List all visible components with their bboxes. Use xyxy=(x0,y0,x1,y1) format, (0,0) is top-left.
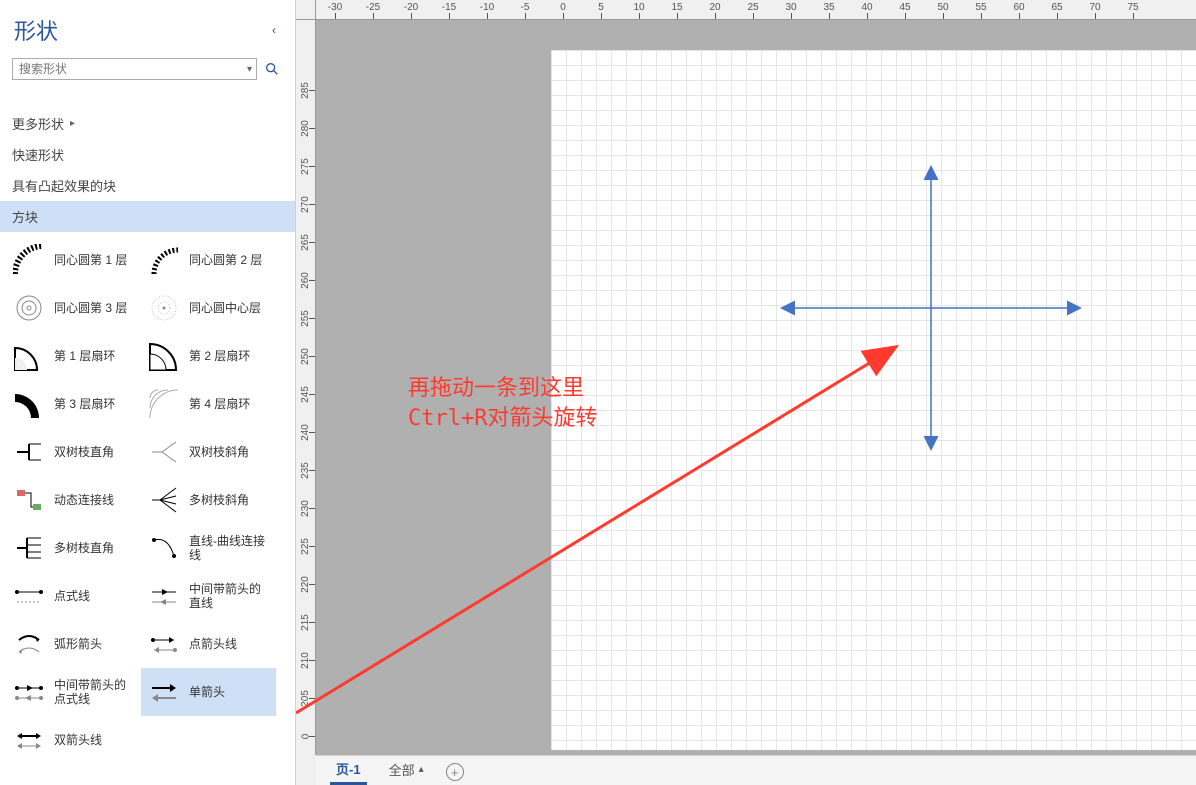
chevron-up-icon: ▴ xyxy=(419,764,424,775)
more-shapes-label: 更多形状 xyxy=(12,114,64,133)
shapes-list[interactable]: 同心圆第 1 层 同心圆第 2 层 同心圆第 3 层 同心圆中心层 xyxy=(0,232,295,785)
mid-arrow-line-icon xyxy=(147,579,181,613)
fan-3-icon xyxy=(12,387,46,421)
search-dropdown-icon[interactable]: ▾ xyxy=(243,64,256,75)
branch-diagonal-icon xyxy=(147,435,181,469)
mid-arrow-dotted-icon xyxy=(12,675,46,709)
shape-line-curve-connector[interactable]: 直线-曲线连接线 xyxy=(141,524,276,572)
shape-fan-4[interactable]: 第 4 层扇环 xyxy=(141,380,276,428)
search-input[interactable] xyxy=(13,62,243,76)
search-button[interactable] xyxy=(261,58,283,80)
shape-concentric-2[interactable]: 同心圆第 2 层 xyxy=(141,236,276,284)
drawing-page[interactable] xyxy=(551,50,1196,750)
shape-dot-arrow-line[interactable]: 点箭头线 xyxy=(141,620,276,668)
concentric-2-icon xyxy=(147,243,181,277)
concentric-3-icon xyxy=(12,291,46,325)
page-tab-1[interactable]: 页-1 xyxy=(330,753,367,785)
shape-branch-diagonal[interactable]: 双树枝斜角 xyxy=(141,428,276,476)
shape-dotted-line[interactable]: 点式线 xyxy=(6,572,141,620)
ruler-corner xyxy=(296,0,316,20)
shape-mid-arrow-dotted[interactable]: 中间带箭头的点式线 xyxy=(6,668,141,716)
more-shapes-item[interactable]: 更多形状 ▸ xyxy=(0,108,295,139)
canvas-area: -30 -25 -20 -15 -10 -5 0 5 10 15 20 25 3… xyxy=(296,0,1196,785)
shape-dynamic-connector[interactable]: 动态连接线 xyxy=(6,476,141,524)
concentric-1-icon xyxy=(12,243,46,277)
shape-mid-arrow-line[interactable]: 中间带箭头的直线 xyxy=(141,572,276,620)
category-quick-shapes[interactable]: 快速形状 xyxy=(0,139,295,170)
annotation-text: 再拖动一条到这里 Ctrl+R对箭头旋转 xyxy=(408,374,597,434)
dot-arrow-line-icon xyxy=(147,627,181,661)
multi-branch-diagonal-icon xyxy=(147,483,181,517)
chevron-right-icon: ▸ xyxy=(70,118,75,129)
fan-2-icon xyxy=(147,339,181,373)
page-tabs-bar: 页-1 全部 ▴ + xyxy=(316,755,1196,785)
shape-single-arrow[interactable]: 单箭头 xyxy=(141,668,276,716)
sidebar-title: 形状 xyxy=(14,14,267,46)
category-blocks[interactable]: 方块 xyxy=(0,201,295,232)
shape-fan-3[interactable]: 第 3 层扇环 xyxy=(6,380,141,428)
dotted-line-icon xyxy=(12,579,46,613)
fan-4-icon xyxy=(147,387,181,421)
shape-double-arrow-line[interactable]: 双箭头线 xyxy=(6,716,141,764)
branch-right-angle-icon xyxy=(12,435,46,469)
category-list: 更多形状 ▸ 快速形状 具有凸起效果的块 方块 xyxy=(0,92,295,232)
drawn-arrows[interactable] xyxy=(771,158,1091,458)
multi-branch-right-icon xyxy=(12,531,46,565)
shape-concentric-3[interactable]: 同心圆第 3 层 xyxy=(6,284,141,332)
add-page-button[interactable]: + xyxy=(446,763,464,781)
shape-branch-right-angle[interactable]: 双树枝直角 xyxy=(6,428,141,476)
concentric-center-icon xyxy=(147,291,181,325)
shape-concentric-center[interactable]: 同心圆中心层 xyxy=(141,284,276,332)
vertical-ruler: 0 205 210 215 220 225 230 235 240 245 25… xyxy=(296,20,316,755)
search-box[interactable]: ▾ xyxy=(12,58,257,80)
horizontal-ruler: -30 -25 -20 -15 -10 -5 0 5 10 15 20 25 3… xyxy=(316,0,1196,20)
shape-arc-arrow[interactable]: 弧形箭头 xyxy=(6,620,141,668)
search-icon xyxy=(264,61,280,77)
dynamic-connector-icon xyxy=(12,483,46,517)
shape-multi-branch-diagonal[interactable]: 多树枝斜角 xyxy=(141,476,276,524)
double-arrow-line-icon xyxy=(12,723,46,757)
collapse-panel-button[interactable]: ‹ xyxy=(267,23,281,37)
shape-fan-1[interactable]: 第 1 层扇环 xyxy=(6,332,141,380)
line-curve-connector-icon xyxy=(147,531,181,565)
shapes-panel: 形状 ‹ ▾ 更多形状 ▸ 快速形状 具有凸起效果的块 方块 xyxy=(0,0,296,785)
arc-arrow-icon xyxy=(12,627,46,661)
shape-concentric-1[interactable]: 同心圆第 1 层 xyxy=(6,236,141,284)
fan-1-icon xyxy=(12,339,46,373)
shape-multi-branch-right[interactable]: 多树枝直角 xyxy=(6,524,141,572)
all-pages-tab[interactable]: 全部 ▴ xyxy=(383,754,430,785)
category-raised-blocks[interactable]: 具有凸起效果的块 xyxy=(0,170,295,201)
single-arrow-icon xyxy=(147,675,181,709)
shape-fan-2[interactable]: 第 2 层扇环 xyxy=(141,332,276,380)
